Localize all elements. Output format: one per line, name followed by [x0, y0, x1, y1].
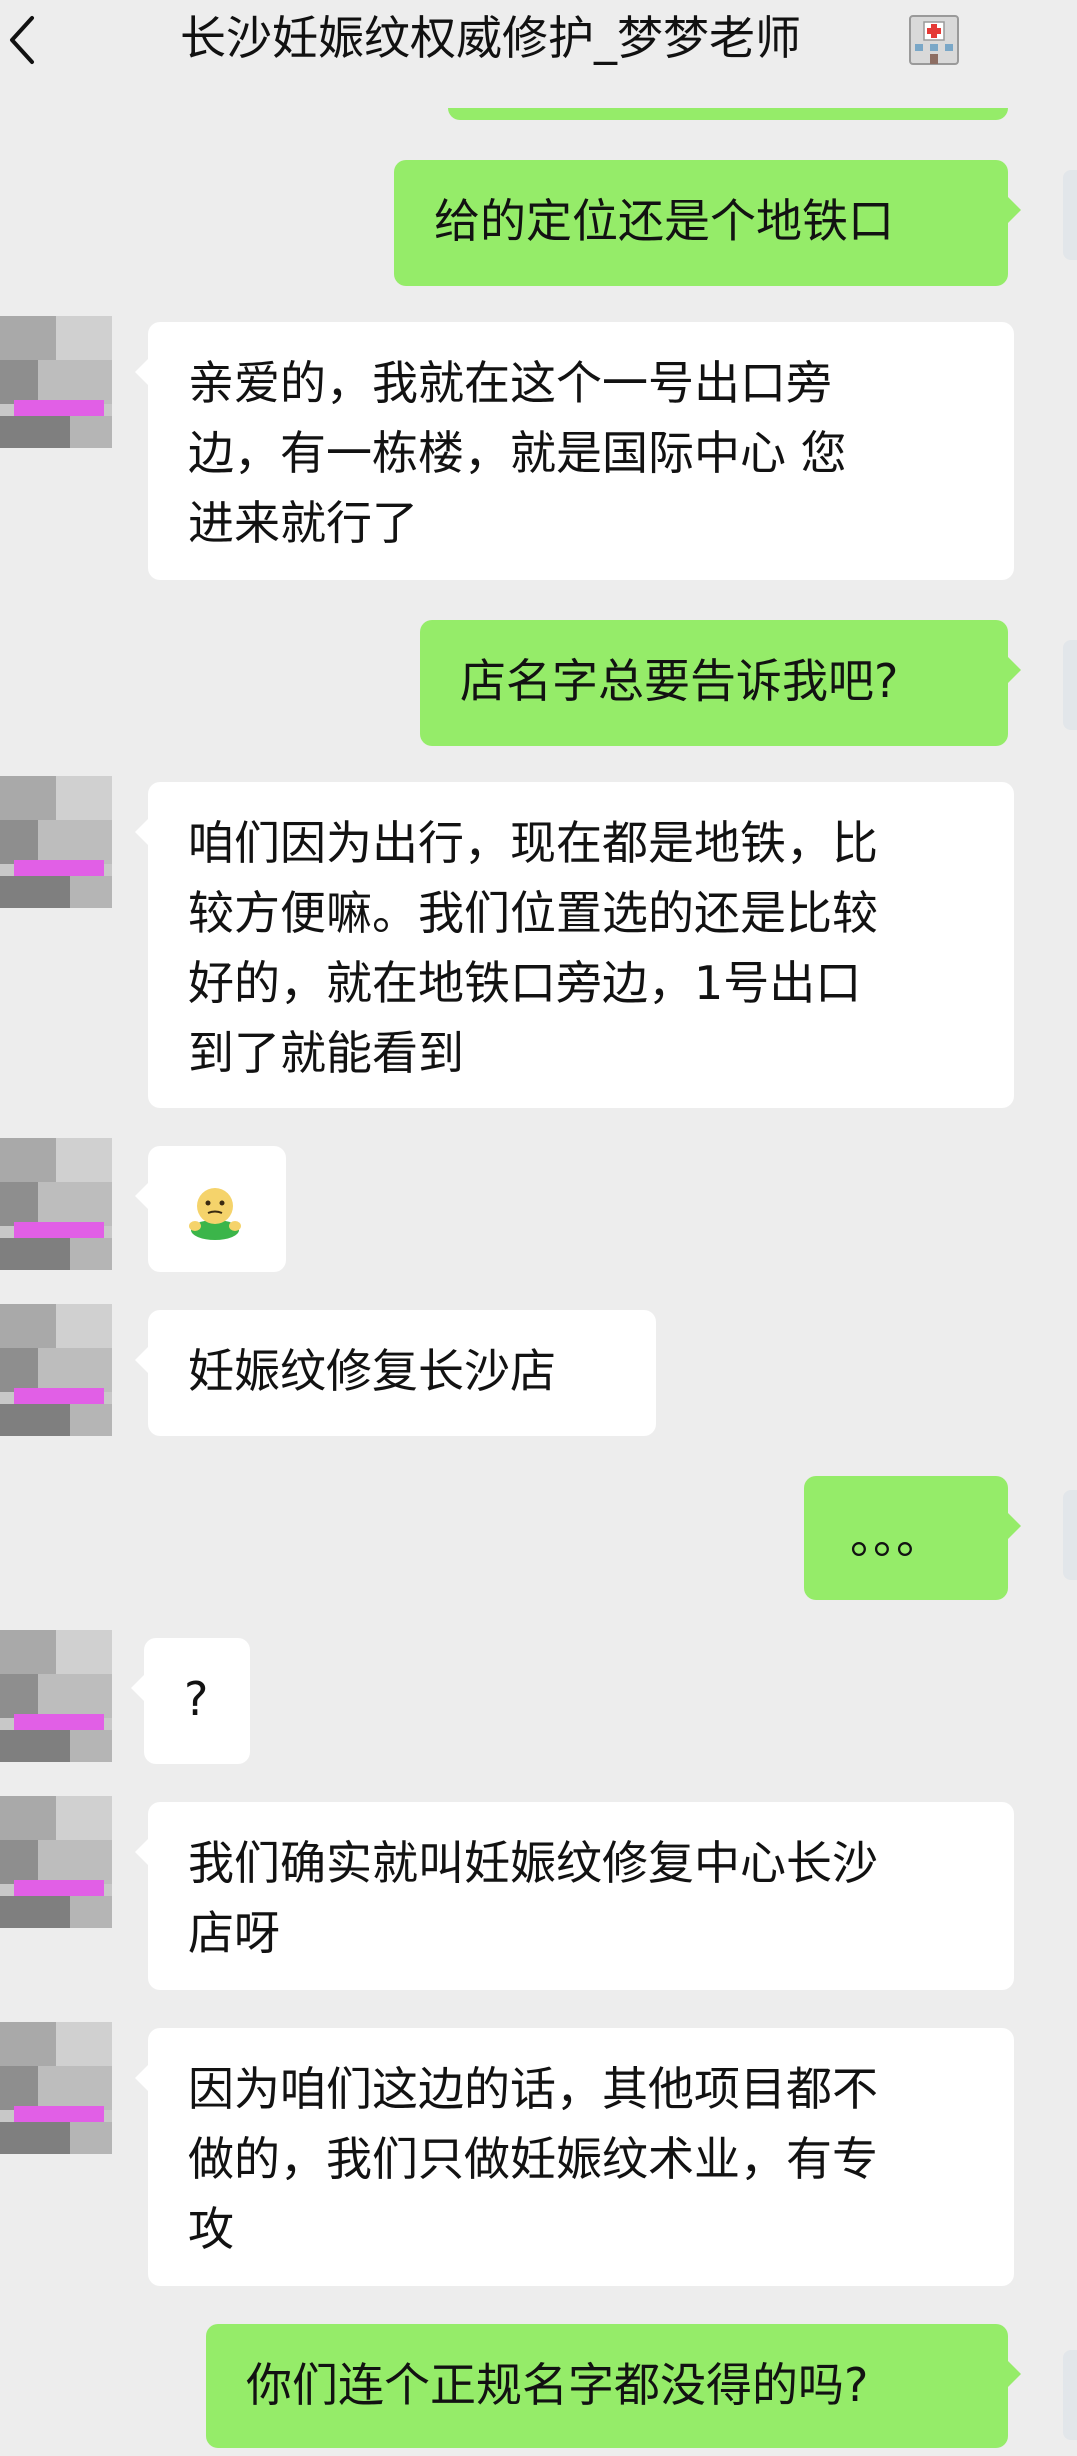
- message-text: 你们连个正规名字都没得的吗?: [246, 2358, 869, 2412]
- message-bubble-received[interactable]: 因为咱们这边的话，其他项目都不 做的，我们只做妊娠纹术业，有专 攻: [135, 2028, 1014, 2286]
- avatar[interactable]: [0, 1304, 112, 1436]
- message-bubble-received[interactable]: 妊娠纹修复长沙店: [135, 1310, 656, 1436]
- message-bubble-sent[interactable]: 你们连个正规名字都没得的吗?: [206, 2324, 1021, 2448]
- message-text: 我们确实就叫妊娠纹修复中心长沙: [188, 1836, 878, 1890]
- message-text: 做的，我们只做妊娠纹术业，有专: [188, 2132, 878, 2186]
- message-text: 较方便嘛。我们位置选的还是比较: [188, 886, 878, 940]
- message-bubble-sent[interactable]: 店名字总要告诉我吧?: [420, 620, 1021, 746]
- message-text: 。。。: [850, 1510, 942, 1564]
- hospital-icon: [909, 15, 959, 65]
- awkward-face-emoji-icon: [189, 1188, 241, 1240]
- message-bubble-received-emoji[interactable]: [135, 1146, 286, 1272]
- message-text: ?: [184, 1672, 209, 1726]
- message-text: 边，有一栋楼，就是国际中心 您: [188, 426, 847, 480]
- avatar[interactable]: [0, 1630, 112, 1762]
- avatar[interactable]: [0, 2022, 112, 2154]
- chevron-left-icon[interactable]: [4, 10, 40, 70]
- edge-shadow: [1063, 640, 1077, 730]
- chat-title: 长沙妊娠纹权威修护_梦梦老师: [180, 11, 801, 65]
- avatar[interactable]: [0, 316, 112, 448]
- message-text: 进来就行了: [188, 496, 418, 550]
- message-text: 攻: [188, 2202, 234, 2256]
- message-text: 咱们因为出行，现在都是地铁，比: [188, 816, 878, 870]
- edge-shadow: [1063, 170, 1077, 260]
- message-text: 好的，就在地铁口旁边，1号出口: [188, 956, 862, 1010]
- message-bubble-received[interactable]: 我们确实就叫妊娠纹修复中心长沙 店呀: [135, 1802, 1014, 1990]
- avatar[interactable]: [0, 1138, 112, 1270]
- avatar[interactable]: [0, 776, 112, 908]
- message-text: 亲爱的，我就在这个一号出口旁: [188, 356, 832, 410]
- message-text: 到了就能看到: [188, 1026, 464, 1080]
- message-text: 店呀: [188, 1906, 280, 1960]
- message-bubble-received[interactable]: 亲爱的，我就在这个一号出口旁 边，有一栋楼，就是国际中心 您 进来就行了: [135, 322, 1014, 580]
- message-bubble-received[interactable]: 咱们因为出行，现在都是地铁，比 较方便嘛。我们位置选的还是比较 好的，就在地铁口…: [135, 782, 1014, 1108]
- message-text: 给的定位还是个地铁口: [434, 194, 894, 248]
- avatar[interactable]: [0, 1796, 112, 1928]
- message-text: 店名字总要告诉我吧?: [460, 654, 899, 708]
- message-text: 因为咱们这边的话，其他项目都不: [188, 2062, 878, 2116]
- chat-header: 长沙妊娠纹权威修护_梦梦老师: [0, 0, 1077, 108]
- message-text: 妊娠纹修复长沙店: [188, 1344, 556, 1398]
- edge-shadow: [1063, 2350, 1077, 2440]
- message-bubble-received[interactable]: ?: [131, 1638, 250, 1764]
- message-bubble-sent[interactable]: 给的定位还是个地铁口: [394, 160, 1021, 286]
- edge-shadow: [1063, 1490, 1077, 1580]
- message-bubble-sent[interactable]: 。。。: [804, 1476, 1021, 1600]
